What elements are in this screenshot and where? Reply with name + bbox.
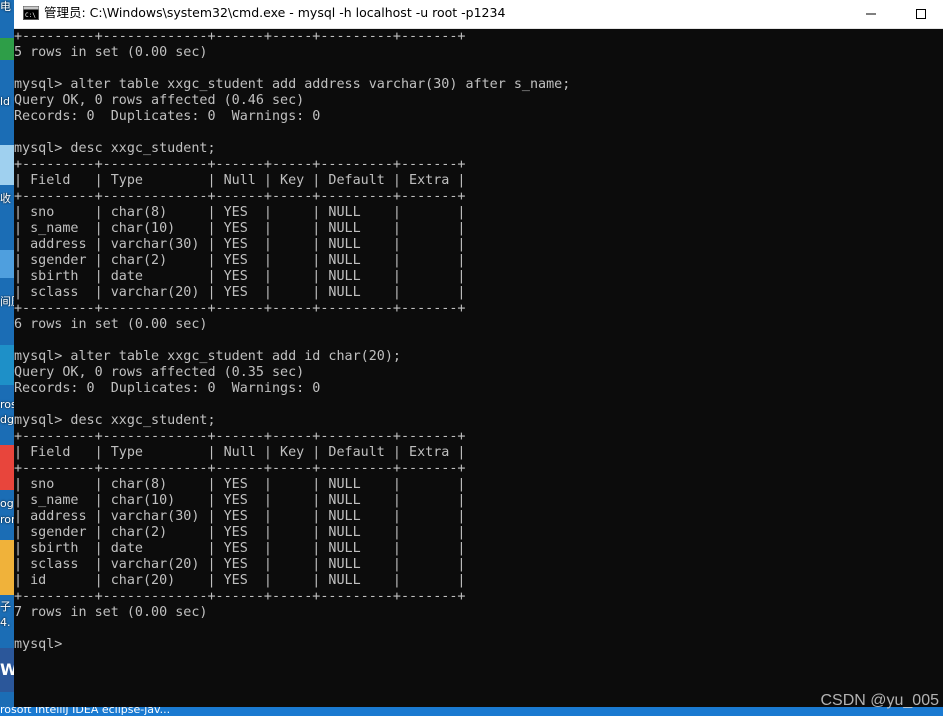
window-titlebar[interactable]: C:\ 管理员: C:\Windows\system32\cmd.exe - m… [14, 0, 943, 29]
console-line: +---------+-------------+------+-----+--… [14, 589, 466, 604]
console-line: mysql> desc xxgc_student; [14, 413, 216, 428]
maximize-button[interactable] [901, 0, 941, 28]
console-line: | sno | char(8) | YES | | NULL | | [14, 477, 466, 492]
console-line: | s_name | char(10) | YES | | NULL | | [14, 493, 466, 508]
desktop-app-icon[interactable] [0, 38, 14, 60]
minimize-button[interactable] [851, 0, 891, 28]
console-line: +---------+-------------+------+-----+--… [14, 189, 466, 204]
console-line: | sclass | varchar(20) | YES | | NULL | … [14, 557, 466, 572]
chrome-icon[interactable] [0, 445, 14, 490]
desktop-app-icon[interactable] [0, 250, 14, 278]
maximize-icon [916, 9, 926, 19]
watermark: CSDN @yu_005 [820, 692, 939, 709]
window-title: 管理员: C:\Windows\system32\cmd.exe - mysql… [44, 5, 506, 20]
console-line: +---------+-------------+------+-----+--… [14, 29, 466, 44]
console-line: mysql> [14, 637, 71, 652]
minimize-icon [866, 13, 876, 15]
svg-text:C:\: C:\ [25, 12, 36, 19]
console-line: | sclass | varchar(20) | YES | | NULL | … [14, 285, 466, 300]
console-output[interactable]: +---------+-------------+------+-----+--… [14, 29, 943, 707]
console-line: | sgender | char(2) | YES | | NULL | | [14, 525, 466, 540]
console-line: | s_name | char(10) | YES | | NULL | | [14, 221, 466, 236]
console-line: 5 rows in set (0.00 sec) [14, 45, 208, 60]
recycle-bin-icon[interactable] [0, 145, 14, 185]
console-line: Query OK, 0 rows affected (0.35 sec) [14, 365, 305, 380]
console-line: | Field | Type | Null | Key | Default | … [14, 173, 466, 188]
cmd-icon: C:\ [23, 6, 39, 20]
console-line: mysql> alter table xxgc_student add addr… [14, 77, 571, 92]
console-line: 7 rows in set (0.00 sec) [14, 605, 208, 620]
desktop-label: 间压 [0, 295, 14, 308]
desktop-label: dg [0, 413, 14, 426]
console-line: | address | varchar(30) | YES | | NULL |… [14, 509, 466, 524]
console-line: +---------+-------------+------+-----+--… [14, 461, 466, 476]
desktop-label: 收 [0, 192, 11, 205]
console-line: | sno | char(8) | YES | | NULL | | [14, 205, 466, 220]
desktop-label: ld [0, 95, 11, 108]
word-icon[interactable]: W [0, 648, 14, 692]
console-line: +---------+-------------+------+-----+--… [14, 429, 466, 444]
console-line: +---------+-------------+------+-----+--… [14, 301, 466, 316]
console-line: | sgender | char(2) | YES | | NULL | | [14, 253, 466, 268]
console-line: Records: 0 Duplicates: 0 Warnings: 0 [14, 109, 321, 124]
desktop-label: ros [0, 398, 14, 411]
taskbar[interactable]: rosoft IntelliJ IDEA eclipse-jav... [0, 707, 943, 716]
console-line: | Field | Type | Null | Key | Default | … [14, 445, 466, 460]
console-line: | address | varchar(30) | YES | | NULL |… [14, 237, 466, 252]
screen: 电 ld 收 间压 ros dg og ror 子 4. W C:\ 管理员: … [0, 0, 943, 716]
edge-icon[interactable] [0, 345, 14, 385]
word-icon-letter: W [0, 660, 14, 679]
desktop-app-icon[interactable] [0, 540, 14, 595]
desktop-background: 电 ld 收 间压 ros dg og ror 子 4. W [0, 0, 14, 716]
console-line: | sbirth | date | YES | | NULL | | [14, 541, 466, 556]
console-line: | id | char(20) | YES | | NULL | | [14, 573, 466, 588]
console-line: 6 rows in set (0.00 sec) [14, 317, 208, 332]
console-line: Records: 0 Duplicates: 0 Warnings: 0 [14, 381, 321, 396]
desktop-label: og [0, 497, 14, 510]
console-line: mysql> alter table xxgc_student add id c… [14, 349, 401, 364]
console-line: Query OK, 0 rows affected (0.46 sec) [14, 93, 305, 108]
console-lines: +---------+-------------+------+-----+--… [14, 29, 570, 653]
desktop-label: 子 [0, 600, 11, 613]
desktop-label: 电 [0, 0, 11, 13]
console-line: mysql> desc xxgc_student; [14, 141, 216, 156]
desktop-label: 4. [0, 616, 11, 629]
console-line: | sbirth | date | YES | | NULL | | [14, 269, 466, 284]
taskbar-labels: rosoft IntelliJ IDEA eclipse-jav... [0, 707, 171, 716]
desktop-label: ror [0, 513, 14, 526]
console-line: +---------+-------------+------+-----+--… [14, 157, 466, 172]
